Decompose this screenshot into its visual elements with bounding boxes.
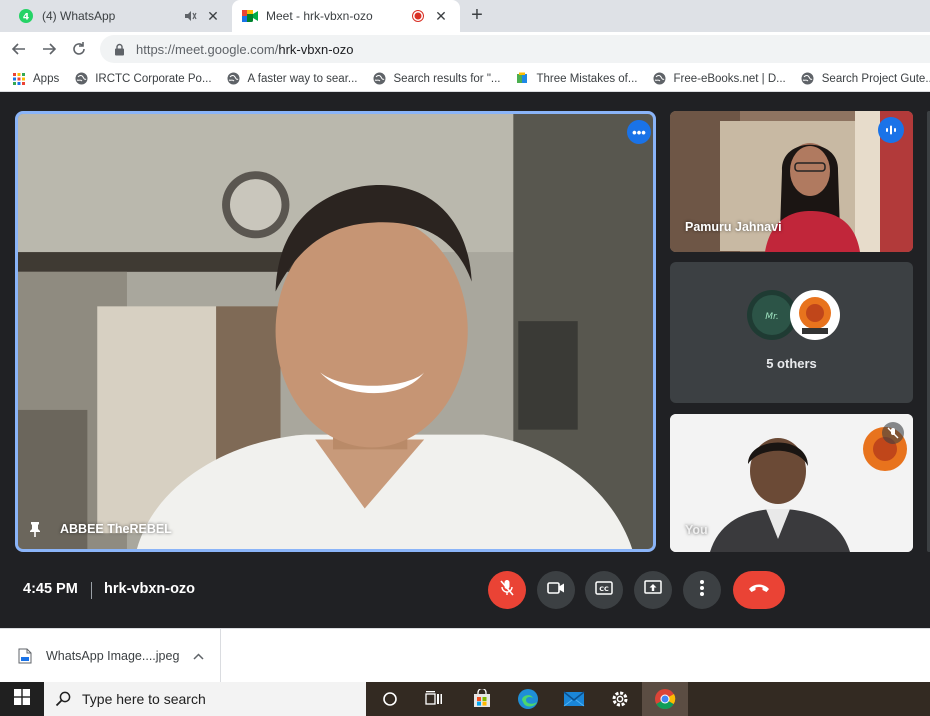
toggle-camera-button[interactable] bbox=[537, 571, 575, 609]
bookmark-label: Search Project Gute... bbox=[821, 72, 930, 85]
whatsapp-icon: 4 bbox=[18, 8, 34, 24]
tab-meet[interactable]: Meet - hrk-vbxn-ozo ✕ bbox=[232, 0, 460, 32]
speaking-indicator-icon bbox=[878, 117, 904, 143]
main-video-feed bbox=[18, 114, 653, 549]
close-tab-icon[interactable]: ✕ bbox=[432, 7, 450, 25]
cortana-icon[interactable] bbox=[378, 687, 402, 711]
svg-text:CC: CC bbox=[599, 585, 609, 593]
bookmark-label: IRCTC Corporate Po... bbox=[95, 72, 212, 85]
bookmark-search-results[interactable]: Search results for "... bbox=[373, 72, 501, 86]
present-icon bbox=[644, 580, 662, 600]
participant-name: ABBEE TheREBEL bbox=[60, 522, 172, 536]
participant-tile-you[interactable]: You bbox=[670, 414, 913, 552]
windows-taskbar: Type here to search bbox=[0, 682, 930, 716]
participant-tile-others[interactable]: Mr. 5 others bbox=[670, 262, 913, 403]
browser-toolbar: https://meet.google.com/hrk-vbxn-ozo bbox=[0, 32, 930, 66]
bookmark-free-ebooks[interactable]: Free-eBooks.net | D... bbox=[652, 72, 786, 86]
vertical-dots-icon bbox=[699, 579, 705, 602]
closed-captions-icon: CC bbox=[595, 580, 613, 600]
globe-icon bbox=[373, 72, 387, 86]
chevron-up-icon[interactable] bbox=[193, 649, 204, 663]
windows-logo-icon bbox=[14, 688, 30, 710]
bookmark-irctc[interactable]: IRCTC Corporate Po... bbox=[74, 72, 212, 86]
participant-tile-jahnavi[interactable]: Pamuru Jahnavi bbox=[670, 111, 913, 252]
others-count-label: 5 others bbox=[766, 356, 817, 371]
address-bar[interactable]: https://meet.google.com/hrk-vbxn-ozo bbox=[100, 35, 930, 63]
toggle-microphone-button[interactable] bbox=[488, 571, 526, 609]
divider bbox=[91, 582, 92, 599]
apps-grid-icon bbox=[12, 72, 26, 86]
reload-icon[interactable] bbox=[68, 38, 90, 60]
bookmarks-bar: Apps IRCTC Corporate Po... A faster way … bbox=[0, 66, 930, 92]
tab-whatsapp[interactable]: 4 (4) WhatsApp ✕ bbox=[8, 0, 232, 32]
taskbar-search-input[interactable]: Type here to search bbox=[44, 682, 366, 716]
svg-text:4: 4 bbox=[23, 13, 29, 23]
search-placeholder: Type here to search bbox=[82, 691, 206, 707]
bookmark-project-gutenberg[interactable]: Search Project Gute... bbox=[801, 72, 930, 86]
meeting-code: hrk-vbxn-ozo bbox=[104, 581, 196, 597]
download-filename: WhatsApp Image....jpeg bbox=[46, 649, 180, 663]
pin-icon[interactable] bbox=[28, 521, 42, 537]
back-arrow-icon[interactable] bbox=[8, 38, 30, 60]
bookmark-three-mistakes[interactable]: Three Mistakes of... bbox=[515, 72, 637, 86]
captions-button[interactable]: CC bbox=[585, 571, 623, 609]
more-options-icon[interactable]: ••• bbox=[627, 120, 651, 144]
download-item[interactable]: WhatsApp Image....jpeg bbox=[0, 629, 221, 683]
svg-text:Mr.: Mr. bbox=[765, 312, 779, 322]
participant-name: You bbox=[685, 523, 708, 537]
forward-arrow-icon[interactable] bbox=[38, 38, 60, 60]
settings-gear-icon[interactable] bbox=[608, 687, 632, 711]
bookmark-label: Search results for "... bbox=[393, 72, 501, 85]
book-icon bbox=[515, 72, 529, 86]
google-meet-icon bbox=[242, 8, 258, 24]
mic-muted-icon bbox=[882, 422, 904, 444]
close-tab-icon[interactable]: ✕ bbox=[204, 7, 222, 25]
globe-icon bbox=[652, 72, 666, 86]
camera-icon bbox=[547, 581, 565, 600]
bookmark-label: Three Mistakes of... bbox=[536, 72, 638, 85]
mail-icon[interactable] bbox=[562, 687, 586, 711]
edge-icon[interactable] bbox=[516, 687, 540, 711]
bookmark-label: Free-eBooks.net | D... bbox=[673, 72, 786, 85]
meet-call-area: ••• ABBEE TheREBEL Pamuru Jahnavi Mr. 5 … bbox=[0, 92, 930, 628]
globe-icon bbox=[801, 72, 815, 86]
recording-indicator-icon bbox=[410, 8, 426, 24]
search-icon bbox=[54, 690, 72, 708]
hang-up-icon bbox=[747, 581, 771, 599]
mic-off-icon bbox=[499, 579, 515, 602]
new-tab-button[interactable]: + bbox=[466, 5, 488, 27]
browser-tab-strip: 4 (4) WhatsApp ✕ Meet - hrk-vbxn-ozo ✕ + bbox=[0, 0, 930, 32]
url-host: https://meet.google.com/ bbox=[136, 41, 279, 57]
bookmark-label: A faster way to sear... bbox=[247, 72, 358, 85]
downloads-shelf: WhatsApp Image....jpeg bbox=[0, 628, 930, 683]
image-file-icon bbox=[18, 648, 32, 664]
present-screen-button[interactable] bbox=[634, 571, 672, 609]
url-text: https://meet.google.com/hrk-vbxn-ozo bbox=[136, 42, 354, 57]
participant-name: Pamuru Jahnavi bbox=[685, 220, 782, 234]
globe-icon bbox=[74, 72, 88, 86]
meeting-clock: 4:45 PM bbox=[23, 581, 78, 597]
screen: 4 (4) WhatsApp ✕ Meet - hrk-vbxn-ozo ✕ + bbox=[0, 0, 930, 716]
avatar bbox=[790, 290, 840, 340]
speaker-muted-icon[interactable] bbox=[182, 8, 198, 24]
chrome-icon[interactable] bbox=[653, 687, 677, 711]
bookmark-label: Apps bbox=[33, 72, 60, 85]
globe-icon bbox=[227, 72, 241, 86]
more-options-button[interactable] bbox=[683, 571, 721, 609]
main-video-tile[interactable]: ••• ABBEE TheREBEL bbox=[15, 111, 656, 552]
store-icon[interactable] bbox=[470, 687, 494, 711]
url-path: hrk-vbxn-ozo bbox=[278, 41, 354, 57]
bookmark-faster-way[interactable]: A faster way to sear... bbox=[227, 72, 358, 86]
lock-icon[interactable] bbox=[112, 42, 126, 56]
bookmark-apps[interactable]: Apps bbox=[12, 72, 59, 86]
leave-call-button[interactable] bbox=[733, 571, 785, 609]
tab-title: Meet - hrk-vbxn-ozo bbox=[266, 9, 373, 23]
start-button[interactable] bbox=[0, 682, 44, 716]
tab-title: (4) WhatsApp bbox=[42, 9, 116, 23]
task-view-icon[interactable] bbox=[422, 687, 446, 711]
